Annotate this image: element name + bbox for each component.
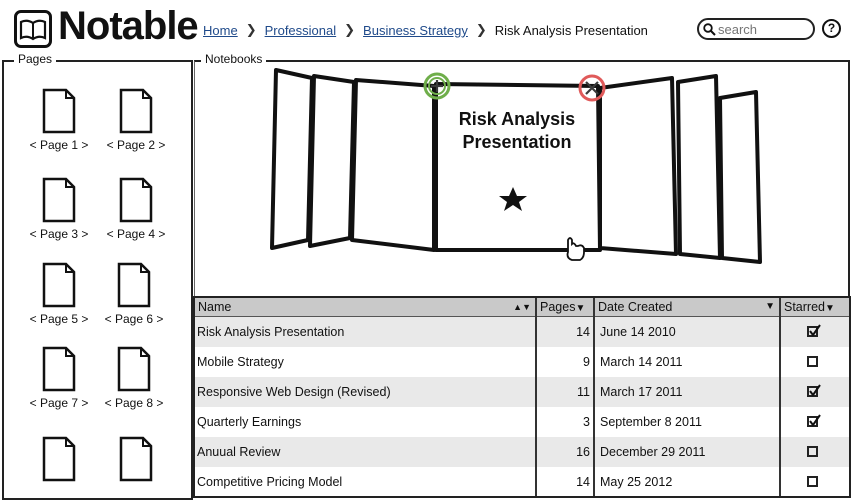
starred-checkbox-checked[interactable] — [807, 414, 821, 427]
search-box[interactable] — [697, 18, 815, 40]
notebook-cover[interactable] — [676, 74, 722, 260]
notebooks-table: Name ▲▼ Pages▼ Date Created ▼ Starred▼ R… — [193, 296, 851, 498]
notebook-cover[interactable] — [598, 76, 678, 256]
row-date: May 25 2012 — [600, 475, 673, 489]
table-row[interactable]: Quarterly Earnings 3 September 8 2011 — [195, 407, 849, 437]
page-label: < Page 5 > — [29, 312, 89, 326]
page-label: < Page 8 > — [104, 396, 164, 410]
pages-panel-title: Pages — [14, 52, 57, 66]
row-name: Anuual Review — [197, 445, 281, 459]
row-name: Risk Analysis Presentation — [197, 325, 345, 339]
row-pages: 14 — [576, 325, 590, 339]
add-icon[interactable] — [423, 72, 451, 100]
column-header-date[interactable]: Date Created ▼ — [595, 298, 779, 316]
row-name: Quarterly Earnings — [197, 415, 302, 429]
column-divider — [779, 298, 781, 496]
breadcrumb-home-link[interactable]: Home — [203, 23, 238, 38]
page-icon — [42, 436, 76, 482]
page-thumbnail[interactable]: < Page 8 > — [97, 346, 171, 410]
breadcrumb-business-strategy-link[interactable]: Business Strategy — [363, 23, 468, 38]
row-date: March 14 2011 — [600, 355, 683, 369]
table-row[interactable]: Mobile Strategy 9 March 14 2011 — [195, 347, 849, 377]
search-input[interactable] — [716, 20, 806, 38]
column-header-pages[interactable]: Pages▼ — [537, 298, 593, 316]
table-row[interactable]: Risk Analysis Presentation 14 June 14 20… — [195, 317, 849, 347]
chevron-right-icon: ❯ — [245, 22, 257, 37]
page-label: < Page 1 > — [29, 138, 89, 152]
chevron-right-icon: ❯ — [344, 22, 356, 37]
notebook-cover[interactable] — [718, 90, 762, 264]
page-icon — [42, 262, 76, 308]
row-name: Mobile Strategy — [197, 355, 284, 369]
page-icon — [119, 88, 153, 134]
page-thumbnail[interactable]: < Page 2 > — [99, 88, 173, 152]
page-icon — [42, 88, 76, 134]
breadcrumb-current: Risk Analysis Presentation — [494, 22, 648, 38]
chevron-right-icon: ❯ — [475, 22, 487, 37]
starred-checkbox-checked[interactable] — [807, 384, 821, 397]
row-date: March 17 2011 — [600, 385, 683, 399]
page-thumbnail[interactable] — [99, 436, 173, 486]
notebook-carousel — [270, 68, 762, 264]
page-label: < Page 3 > — [29, 227, 89, 241]
starred-checkbox[interactable] — [807, 356, 818, 367]
starred-checkbox[interactable] — [807, 446, 818, 457]
page-icon — [42, 346, 76, 392]
notebook-cover[interactable] — [308, 74, 356, 248]
page-thumbnail[interactable] — [22, 436, 96, 486]
sort-desc-icon: ▼ — [575, 303, 586, 314]
page-thumbnail[interactable]: < Page 5 > — [22, 262, 96, 326]
row-pages: 11 — [577, 385, 590, 399]
page-thumbnail[interactable]: < Page 6 > — [97, 262, 171, 326]
page-icon — [117, 346, 151, 392]
page-icon — [119, 177, 153, 223]
table-row[interactable]: Competitive Pricing Model 14 May 25 2012 — [195, 467, 849, 497]
breadcrumb: Home ❯ Professional ❯ Business Strategy … — [203, 22, 648, 38]
search-icon — [703, 22, 716, 36]
logo-icon — [14, 10, 52, 48]
sort-icon: ▲▼ — [513, 302, 531, 312]
table-row[interactable]: Responsive Web Design (Revised) 11 March… — [195, 377, 849, 407]
notebook-cover[interactable] — [270, 68, 314, 250]
starred-checkbox[interactable] — [807, 476, 818, 487]
row-date: December 29 2011 — [600, 445, 706, 459]
page-label: < Page 7 > — [29, 396, 89, 410]
app-logo-text: Notable — [58, 4, 199, 48]
breadcrumb-professional-link[interactable]: Professional — [265, 23, 337, 38]
page-icon — [119, 436, 153, 482]
help-icon[interactable]: ? — [822, 19, 841, 38]
row-name: Responsive Web Design (Revised) — [197, 385, 391, 399]
page-label: < Page 2 > — [106, 138, 166, 152]
column-divider — [535, 298, 537, 496]
row-name: Competitive Pricing Model — [197, 475, 343, 489]
table-header: Name ▲▼ Pages▼ Date Created ▼ Starred▼ — [195, 298, 849, 317]
page-label: < Page 4 > — [106, 227, 166, 241]
row-date: June 14 2010 — [600, 325, 676, 339]
page-label: < Page 6 > — [104, 312, 164, 326]
page-thumbnail[interactable]: < Page 4 > — [99, 177, 173, 241]
page-thumbnail[interactable]: < Page 1 > — [22, 88, 96, 152]
starred-checkbox-checked[interactable] — [807, 324, 821, 337]
notebook-cover[interactable] — [350, 78, 436, 252]
featured-notebook-title: Risk Analysis Presentation — [458, 109, 576, 152]
row-date: September 8 2011 — [600, 415, 702, 429]
row-pages: 3 — [583, 415, 590, 429]
row-pages: 16 — [576, 445, 590, 459]
column-header-name[interactable]: Name ▲▼ — [195, 298, 535, 316]
sort-desc-icon: ▼ — [825, 303, 835, 314]
table-row[interactable]: Anuual Review 16 December 29 2011 — [195, 437, 849, 467]
column-divider — [593, 298, 595, 496]
column-header-starred[interactable]: Starred▼ — [781, 298, 851, 316]
page-icon — [117, 262, 151, 308]
row-pages: 14 — [576, 475, 590, 489]
row-pages: 9 — [583, 355, 590, 369]
page-thumbnail[interactable]: < Page 7 > — [22, 346, 96, 410]
dropdown-icon: ▼ — [765, 301, 775, 312]
page-icon — [42, 177, 76, 223]
page-thumbnail[interactable]: < Page 3 > — [22, 177, 96, 241]
